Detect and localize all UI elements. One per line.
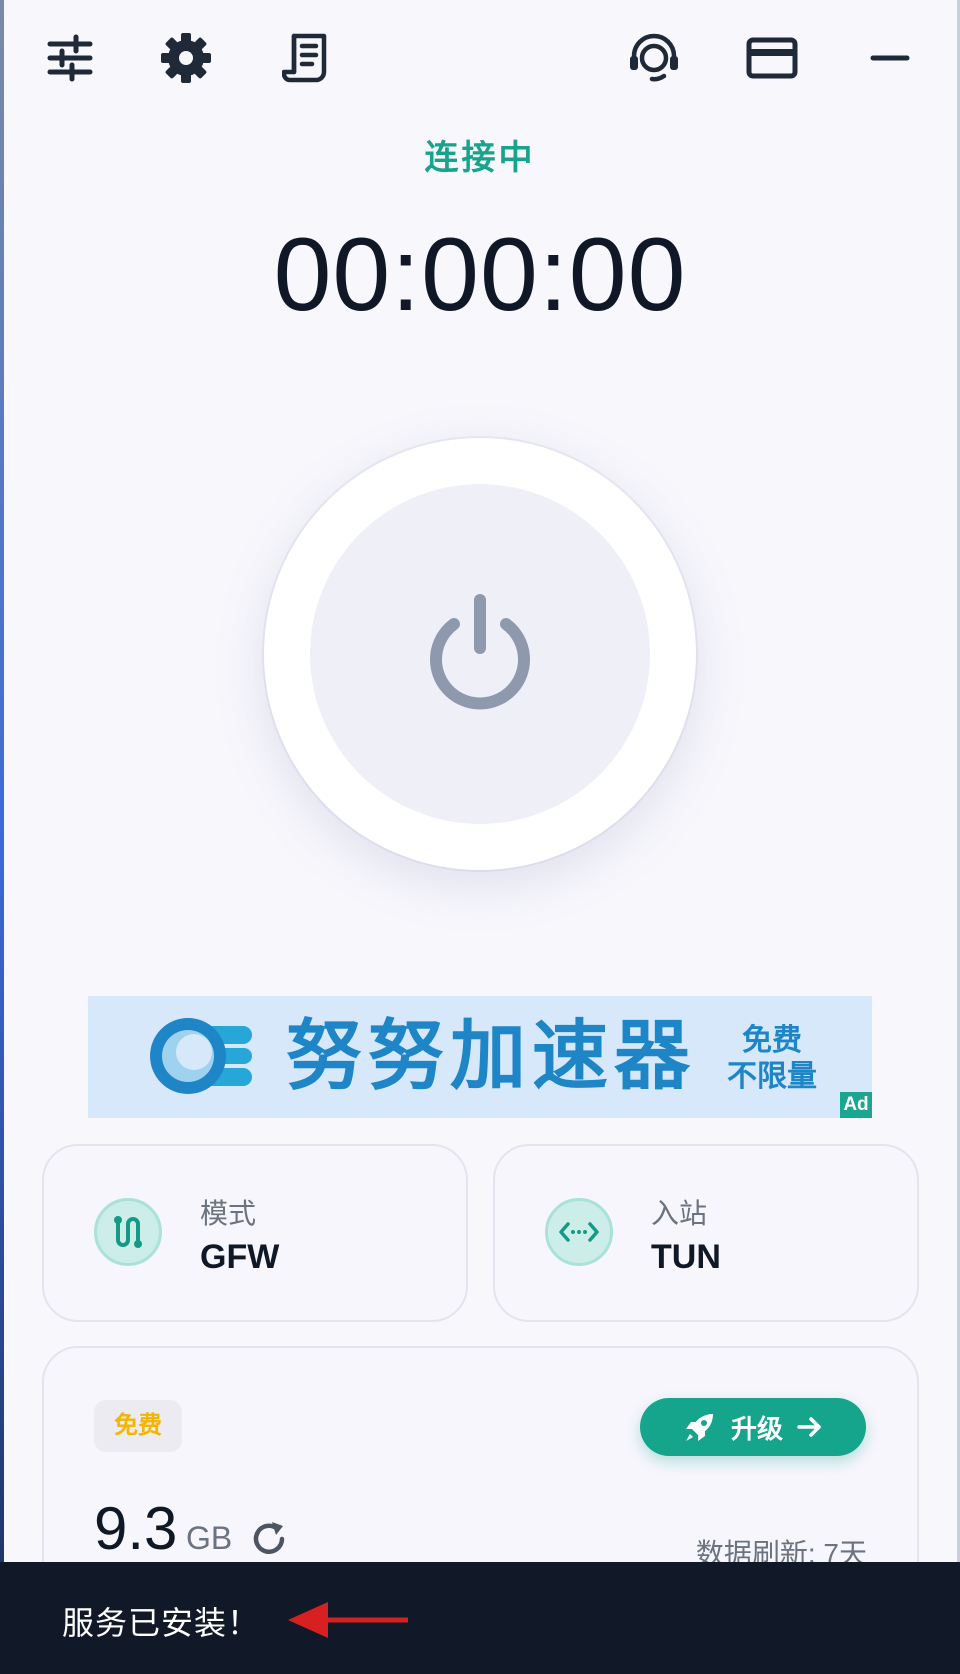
arrow-left-icon	[286, 1598, 410, 1647]
data-unit: GB	[186, 1520, 233, 1556]
power-button-inner	[310, 484, 650, 824]
inbound-value: TUN	[651, 1238, 721, 1276]
support-headset-icon[interactable]	[626, 30, 682, 86]
power-button[interactable]	[264, 438, 696, 870]
refresh-icon[interactable]	[250, 1520, 288, 1563]
ad-subtitle: 免费	[742, 1024, 802, 1057]
minimize-icon[interactable]	[862, 30, 918, 86]
ad-title: 努努加速器	[286, 1014, 696, 1099]
ad-logo-icon	[148, 1016, 258, 1103]
inbound-label: 入站	[651, 1198, 708, 1229]
gear-icon[interactable]	[158, 30, 214, 86]
data-remaining: 9.3	[94, 1495, 178, 1562]
code-arrows-icon	[545, 1198, 613, 1266]
log-document-icon[interactable]	[278, 30, 334, 86]
sliders-icon[interactable]	[42, 30, 98, 86]
inbound-card[interactable]: 入站 TUN	[493, 1144, 919, 1322]
route-icon	[94, 1198, 162, 1266]
toast-message: 服务已安装！	[62, 1605, 261, 1641]
ad-subtitle: 不限量	[727, 1060, 817, 1093]
upgrade-label: 升级	[730, 1413, 783, 1444]
mode-label: 模式	[200, 1198, 257, 1229]
connection-status: 连接中	[424, 139, 536, 177]
app-window: 连接中 00:00:00 努努加速器 免费 不限量 Ad 模式 GFW 入站 T…	[0, 0, 960, 1674]
ad-banner[interactable]: 努努加速器 免费 不限量 Ad	[88, 996, 872, 1118]
toast-notification: 服务已安装！	[0, 1562, 960, 1674]
ad-tag: Ad	[840, 1092, 872, 1118]
plan-badge: 免费	[94, 1400, 182, 1452]
connection-timer: 00:00:00	[273, 217, 687, 333]
rocket-icon	[685, 1414, 713, 1441]
upgrade-button[interactable]: 升级	[640, 1398, 866, 1456]
top-toolbar	[0, 0, 960, 120]
arrow-right-icon	[797, 1417, 821, 1437]
mode-card[interactable]: 模式 GFW	[42, 1144, 468, 1322]
billing-card-icon[interactable]	[744, 30, 800, 86]
power-icon	[430, 594, 530, 710]
mode-value: GFW	[200, 1238, 280, 1276]
